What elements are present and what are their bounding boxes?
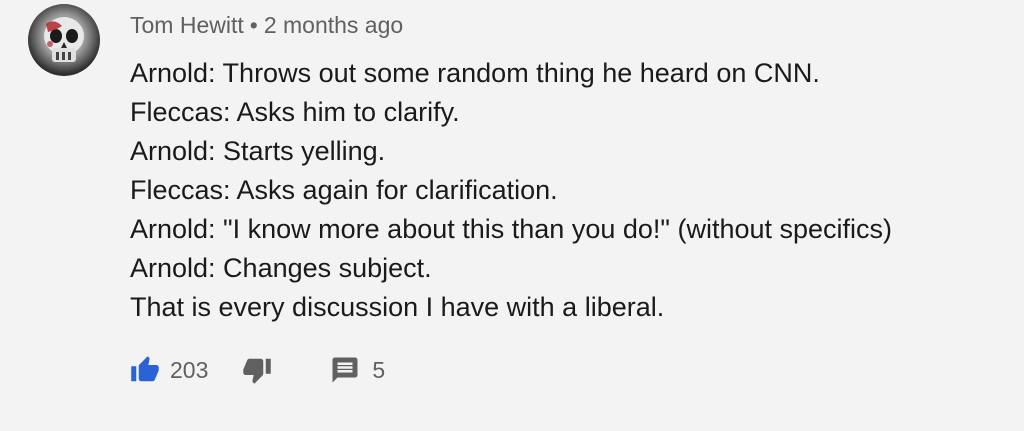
separator-dot: • [249, 12, 258, 38]
thumbs-up-icon[interactable] [130, 355, 160, 385]
reply-button[interactable]: 5 [272, 355, 385, 385]
comment-icon[interactable] [330, 355, 360, 385]
comment-line: Fleccas: Asks again for clarification. [130, 175, 558, 205]
comment-body: Arnold: Throws out some random thing he … [130, 54, 1010, 327]
comment-line: Arnold: Starts yelling. [130, 136, 386, 166]
comment-line: Arnold: Changes subject. [130, 253, 432, 283]
comment-timestamp[interactable]: 2 months ago [264, 12, 403, 38]
thumbs-down-icon[interactable] [242, 355, 272, 385]
comment-actions: 203 5 [130, 352, 385, 388]
reply-count: 5 [372, 356, 386, 383]
like-count: 203 [170, 356, 209, 383]
comment-line: Fleccas: Asks him to clarify. [130, 97, 460, 127]
comment-line: That is every discussion I have with a l… [130, 292, 665, 322]
comment-header: Tom Hewitt • 2 months ago [130, 10, 403, 40]
author-avatar[interactable] [28, 4, 100, 76]
comment-line: Arnold: Throws out some random thing he … [130, 58, 820, 88]
comment-line: Arnold: "I know more about this than you… [130, 214, 893, 244]
author-name[interactable]: Tom Hewitt [130, 12, 244, 38]
like-button[interactable]: 203 [130, 355, 208, 385]
